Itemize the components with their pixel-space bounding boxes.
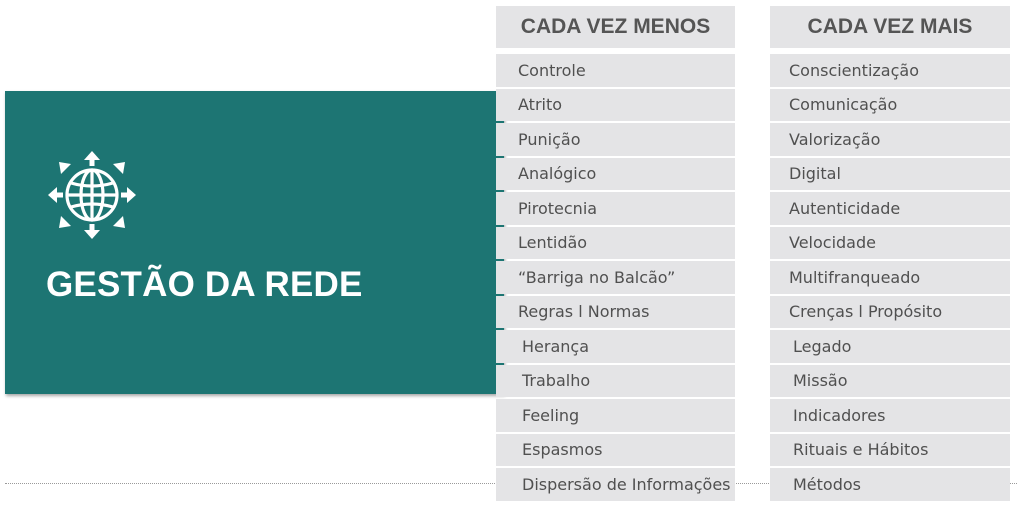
list-item: Rituais e Hábitos bbox=[770, 433, 1010, 466]
list-item: Lentidão bbox=[496, 226, 735, 259]
list-item: Controle bbox=[496, 54, 735, 87]
list-item: Trabalho bbox=[496, 364, 735, 397]
column-header-more: CADA VEZ MAIS bbox=[770, 6, 1010, 48]
list-item: Indicadores bbox=[770, 399, 1010, 432]
list-item: Missão bbox=[770, 364, 1010, 397]
list-item: Feeling bbox=[496, 399, 735, 432]
list-item: Regras l Normas bbox=[496, 295, 735, 328]
list-item: Valorização bbox=[770, 123, 1010, 156]
list-item: Espasmos bbox=[496, 433, 735, 466]
list-item: Legado bbox=[770, 330, 1010, 363]
list-item: Métodos bbox=[770, 468, 1010, 501]
column-header-less: CADA VEZ MENOS bbox=[496, 6, 735, 48]
list-item: Pirotecnia bbox=[496, 192, 735, 225]
list-item: Conscientização bbox=[770, 54, 1010, 87]
slide: GESTÃO DA REDE CADA VEZ MENOS Controle A… bbox=[0, 0, 1024, 508]
list-item: Comunicação bbox=[770, 88, 1010, 121]
list-item: Atrito bbox=[496, 88, 735, 121]
column-more: CADA VEZ MAIS Conscientização Comunicaçã… bbox=[770, 6, 1010, 503]
list-item: Multifranqueado bbox=[770, 261, 1010, 294]
globe-network-icon bbox=[48, 151, 136, 239]
card-title: GESTÃO DA REDE bbox=[46, 265, 363, 304]
list-item: Herança bbox=[496, 330, 735, 363]
network-management-card: GESTÃO DA REDE bbox=[5, 91, 504, 394]
list-item: Velocidade bbox=[770, 226, 1010, 259]
list-item: Punição bbox=[496, 123, 735, 156]
list-item: Dispersão de Informações bbox=[496, 468, 735, 501]
list-item: Analógico bbox=[496, 157, 735, 190]
list-item: Crenças l Propósito bbox=[770, 295, 1010, 328]
list-item: “Barriga no Balcão” bbox=[496, 261, 735, 294]
column-less: CADA VEZ MENOS Controle Atrito Punição A… bbox=[496, 6, 735, 503]
list-item: Autenticidade bbox=[770, 192, 1010, 225]
list-item: Digital bbox=[770, 157, 1010, 190]
